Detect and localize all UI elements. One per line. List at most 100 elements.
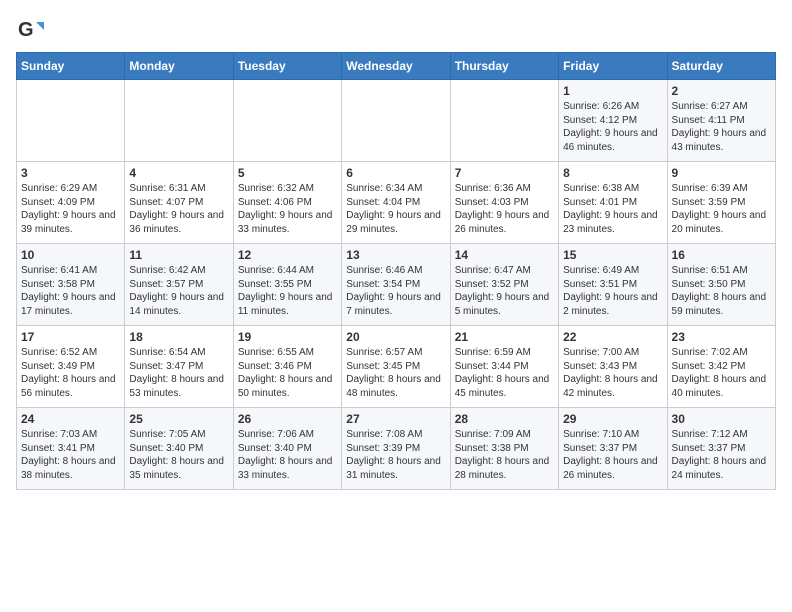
- logo: G: [16, 16, 48, 44]
- calendar-cell: [233, 80, 341, 162]
- day-number: 23: [672, 330, 771, 344]
- calendar-cell: 27Sunrise: 7:08 AM Sunset: 3:39 PM Dayli…: [342, 408, 450, 490]
- header: G: [16, 16, 776, 44]
- weekday-header-wednesday: Wednesday: [342, 53, 450, 80]
- cell-info: Sunrise: 6:42 AM Sunset: 3:57 PM Dayligh…: [129, 264, 228, 318]
- day-number: 12: [238, 248, 337, 262]
- cell-info: Sunrise: 6:46 AM Sunset: 3:54 PM Dayligh…: [346, 264, 445, 318]
- calendar-cell: 7 Sunrise: 6:36 AM Sunset: 4:03 PM Daylig…: [450, 162, 558, 244]
- cell-info: Sunrise: 6:41 AM Sunset: 3:58 PM Dayligh…: [21, 264, 120, 318]
- day-number: 26: [238, 412, 337, 426]
- cell-info: Sunrise: 6:54 AM Sunset: 3:47 PM Dayligh…: [129, 346, 228, 400]
- cell-info: Sunrise: 6:38 AM Sunset: 4:01 PM Dayligh…: [563, 182, 662, 236]
- day-number: 28: [455, 412, 554, 426]
- calendar-cell: 10 Sunrise: 6:41 AM Sunset: 3:58 PM Dayli…: [17, 244, 125, 326]
- cell-info: Sunrise: 6:47 AM Sunset: 3:52 PM Dayligh…: [455, 264, 554, 318]
- calendar-cell: 9 Sunrise: 6:39 AM Sunset: 3:59 PM Daylig…: [667, 162, 775, 244]
- cell-info: Sunrise: 6:26 AM Sunset: 4:12 PM Dayligh…: [563, 100, 662, 154]
- day-number: 5: [238, 166, 337, 180]
- svg-text:G: G: [18, 19, 34, 41]
- day-number: 4: [129, 166, 228, 180]
- calendar-cell: [125, 80, 233, 162]
- calendar-cell: 20 Sunrise: 6:57 AM Sunset: 3:45 PM Dayli…: [342, 326, 450, 408]
- weekday-header-monday: Monday: [125, 53, 233, 80]
- calendar-cell: 30 Sunrise: 7:12 AM Sunset: 3:37 PM Dayli…: [667, 408, 775, 490]
- day-number: 10: [21, 248, 120, 262]
- day-number: 14: [455, 248, 554, 262]
- cell-info: Sunrise: 6:57 AM Sunset: 3:45 PM Dayligh…: [346, 346, 445, 400]
- calendar-cell: 14 Sunrise: 6:47 AM Sunset: 3:52 PM Dayli…: [450, 244, 558, 326]
- calendar-cell: [450, 80, 558, 162]
- cell-info: Sunrise: 7:06 AM Sunset: 3:40 PM Dayligh…: [238, 428, 337, 482]
- calendar-cell: 25 Sunrise: 7:05 AM Sunset: 3:40 PM Dayli…: [125, 408, 233, 490]
- cell-info: Sunrise: 6:31 AM Sunset: 4:07 PM Dayligh…: [129, 182, 228, 236]
- calendar-cell: 12 Sunrise: 6:44 AM Sunset: 3:55 PM Dayli…: [233, 244, 341, 326]
- calendar-cell: [17, 80, 125, 162]
- calendar-cell: 5 Sunrise: 6:32 AM Sunset: 4:06 PM Daylig…: [233, 162, 341, 244]
- weekday-header-tuesday: Tuesday: [233, 53, 341, 80]
- calendar-cell: 17Sunrise: 6:52 AM Sunset: 3:49 PM Dayli…: [17, 326, 125, 408]
- day-number: 17: [21, 330, 120, 344]
- day-number: 7: [455, 166, 554, 180]
- cell-info: Sunrise: 6:34 AM Sunset: 4:04 PM Dayligh…: [346, 182, 445, 236]
- day-number: 3: [21, 166, 120, 180]
- day-number: 25: [129, 412, 228, 426]
- calendar-cell: 22Sunrise: 7:00 AM Sunset: 3:43 PM Dayli…: [559, 326, 667, 408]
- calendar-cell: 23 Sunrise: 7:02 AM Sunset: 3:42 PM Dayli…: [667, 326, 775, 408]
- calendar-cell: 28 Sunrise: 7:09 AM Sunset: 3:38 PM Dayli…: [450, 408, 558, 490]
- calendar-cell: 16 Sunrise: 6:51 AM Sunset: 3:50 PM Dayli…: [667, 244, 775, 326]
- cell-info: Sunrise: 7:10 AM Sunset: 3:37 PM Dayligh…: [563, 428, 662, 482]
- cell-info: Sunrise: 7:02 AM Sunset: 3:42 PM Dayligh…: [672, 346, 771, 400]
- day-number: 30: [672, 412, 771, 426]
- cell-info: Sunrise: 6:55 AM Sunset: 3:46 PM Dayligh…: [238, 346, 337, 400]
- cell-info: Sunrise: 7:03 AM Sunset: 3:41 PM Dayligh…: [21, 428, 120, 482]
- day-number: 9: [672, 166, 771, 180]
- calendar-cell: 8 Sunrise: 6:38 AM Sunset: 4:01 PM Daylig…: [559, 162, 667, 244]
- cell-info: Sunrise: 7:09 AM Sunset: 3:38 PM Dayligh…: [455, 428, 554, 482]
- cell-info: Sunrise: 6:51 AM Sunset: 3:50 PM Dayligh…: [672, 264, 771, 318]
- calendar-cell: 26 Sunrise: 7:06 AM Sunset: 3:40 PM Dayli…: [233, 408, 341, 490]
- weekday-header-friday: Friday: [559, 53, 667, 80]
- day-number: 15: [563, 248, 662, 262]
- weekday-header-sunday: Sunday: [17, 53, 125, 80]
- day-number: 8: [563, 166, 662, 180]
- cell-info: Sunrise: 7:00 AM Sunset: 3:43 PM Dayligh…: [563, 346, 662, 400]
- calendar-cell: 1 Sunrise: 6:26 AM Sunset: 4:12 PM Daylig…: [559, 80, 667, 162]
- cell-info: Sunrise: 6:36 AM Sunset: 4:03 PM Dayligh…: [455, 182, 554, 236]
- day-number: 1: [563, 84, 662, 98]
- cell-info: Sunrise: 6:49 AM Sunset: 3:51 PM Dayligh…: [563, 264, 662, 318]
- cell-info: Sunrise: 6:44 AM Sunset: 3:55 PM Dayligh…: [238, 264, 337, 318]
- calendar-cell: 19 Sunrise: 6:55 AM Sunset: 3:46 PM Dayli…: [233, 326, 341, 408]
- calendar-table: SundayMondayTuesdayWednesdayThursdayFrid…: [16, 52, 776, 490]
- day-number: 13: [346, 248, 445, 262]
- calendar-cell: 18 Sunrise: 6:54 AM Sunset: 3:47 PM Dayli…: [125, 326, 233, 408]
- day-number: 24: [21, 412, 120, 426]
- cell-info: Sunrise: 6:27 AM Sunset: 4:11 PM Dayligh…: [672, 100, 771, 154]
- day-number: 11: [129, 248, 228, 262]
- cell-info: Sunrise: 7:12 AM Sunset: 3:37 PM Dayligh…: [672, 428, 771, 482]
- weekday-header-thursday: Thursday: [450, 53, 558, 80]
- cell-info: Sunrise: 6:32 AM Sunset: 4:06 PM Dayligh…: [238, 182, 337, 236]
- day-number: 6: [346, 166, 445, 180]
- day-number: 18: [129, 330, 228, 344]
- day-number: 20: [346, 330, 445, 344]
- calendar-cell: 6 Sunrise: 6:34 AM Sunset: 4:04 PM Daylig…: [342, 162, 450, 244]
- weekday-header-saturday: Saturday: [667, 53, 775, 80]
- calendar-cell: 24 Sunrise: 7:03 AM Sunset: 3:41 PM Dayli…: [17, 408, 125, 490]
- cell-info: Sunrise: 6:59 AM Sunset: 3:44 PM Dayligh…: [455, 346, 554, 400]
- cell-info: Sunrise: 7:05 AM Sunset: 3:40 PM Dayligh…: [129, 428, 228, 482]
- cell-info: Sunrise: 6:29 AM Sunset: 4:09 PM Dayligh…: [21, 182, 120, 236]
- day-number: 21: [455, 330, 554, 344]
- day-number: 16: [672, 248, 771, 262]
- cell-info: Sunrise: 7:08 AM Sunset: 3:39 PM Dayligh…: [346, 428, 445, 482]
- calendar-cell: 15 Sunrise: 6:49 AM Sunset: 3:51 PM Dayli…: [559, 244, 667, 326]
- day-number: 29: [563, 412, 662, 426]
- day-number: 19: [238, 330, 337, 344]
- calendar-cell: 13 Sunrise: 6:46 AM Sunset: 3:54 PM Dayli…: [342, 244, 450, 326]
- calendar-cell: 2 Sunrise: 6:27 AM Sunset: 4:11 PM Daylig…: [667, 80, 775, 162]
- logo-icon: G: [16, 16, 44, 44]
- cell-info: Sunrise: 6:39 AM Sunset: 3:59 PM Dayligh…: [672, 182, 771, 236]
- day-number: 2: [672, 84, 771, 98]
- calendar-cell: [342, 80, 450, 162]
- calendar-cell: 29 Sunrise: 7:10 AM Sunset: 3:37 PM Dayli…: [559, 408, 667, 490]
